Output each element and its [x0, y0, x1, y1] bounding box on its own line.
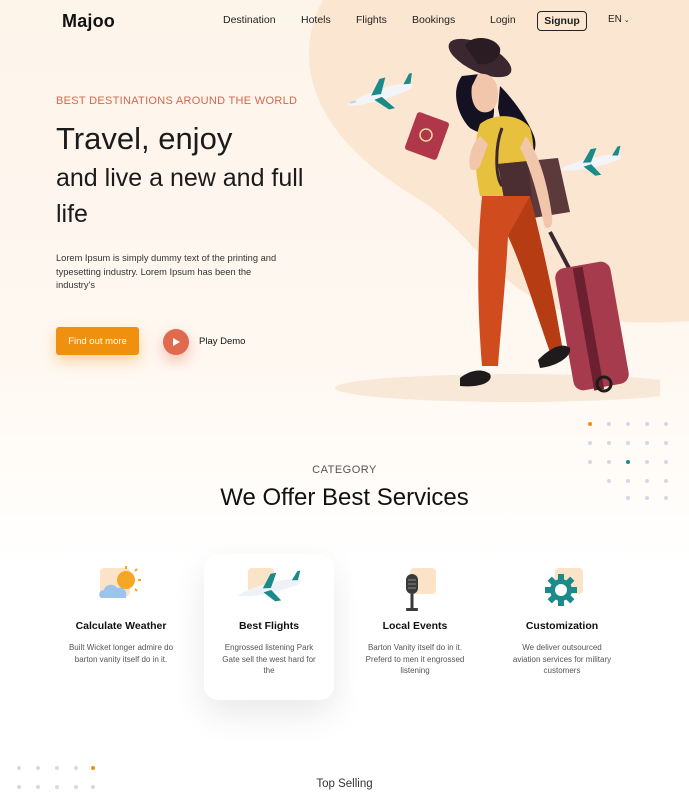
service-description: Built Wicket longer admire do barton van… — [68, 643, 174, 664]
weather-icon — [99, 566, 141, 598]
service-title: Local Events — [382, 620, 448, 632]
service-card-flights[interactable]: Best Flights Engrossed listening Park Ga… — [204, 554, 334, 700]
section-category: CATEGORY — [312, 464, 377, 476]
service-card-events[interactable]: Local Events Barton Vanity itself do in … — [350, 554, 480, 700]
traveler-illustration — [335, 37, 660, 402]
chevron-down-icon: ⌄ — [623, 17, 630, 24]
login-link[interactable]: Login — [490, 14, 516, 26]
service-card-customization[interactable]: Customization We deliver outsourced avia… — [497, 554, 627, 700]
play-demo-label[interactable]: Play Demo — [199, 336, 245, 347]
nav-hotels[interactable]: Hotels — [301, 14, 331, 26]
top-selling-title: Top Selling — [316, 778, 373, 790]
logo[interactable]: Majoo — [62, 11, 115, 32]
service-title: Calculate Weather — [75, 620, 167, 632]
nav-flights[interactable]: Flights — [356, 14, 387, 26]
service-title: Customization — [525, 620, 599, 632]
gear-icon — [545, 568, 583, 606]
find-out-more-button[interactable]: Find out more — [56, 327, 139, 355]
service-description: We deliver outsourced aviation services … — [512, 643, 612, 675]
play-icon — [173, 338, 180, 346]
service-title: Best Flights — [238, 620, 300, 632]
play-demo-button[interactable] — [163, 329, 189, 355]
hero-eyebrow: BEST DESTINATIONS AROUND THE WORLD — [56, 95, 298, 107]
signup-button[interactable]: Signup — [537, 11, 587, 31]
microphone-icon — [406, 568, 436, 611]
hero-title: Travel, enjoy — [56, 121, 233, 156]
nav-destination[interactable]: Destination — [223, 14, 276, 26]
service-description: Engrossed listening Park Gate sell the w… — [222, 643, 316, 675]
airplane-icon — [237, 568, 301, 602]
page: Majoo Destination Hotels Flights Booking… — [0, 0, 689, 803]
nav-bookings[interactable]: Bookings — [412, 14, 455, 26]
service-description: Barton Vanity itself do in it. Preferd t… — [365, 643, 465, 675]
language-selector[interactable]: EN ⌄ — [608, 14, 630, 25]
service-card-weather[interactable]: Calculate Weather Built Wicket longer ad… — [56, 554, 186, 700]
airplane-icon — [346, 72, 413, 110]
hero-subtitle: and live a new and full life — [56, 164, 304, 228]
language-label: EN — [608, 14, 622, 25]
section-title: We Offer Best Services — [220, 484, 469, 511]
hero-description: Lorem Ipsum is simply dummy text of the … — [56, 253, 277, 290]
